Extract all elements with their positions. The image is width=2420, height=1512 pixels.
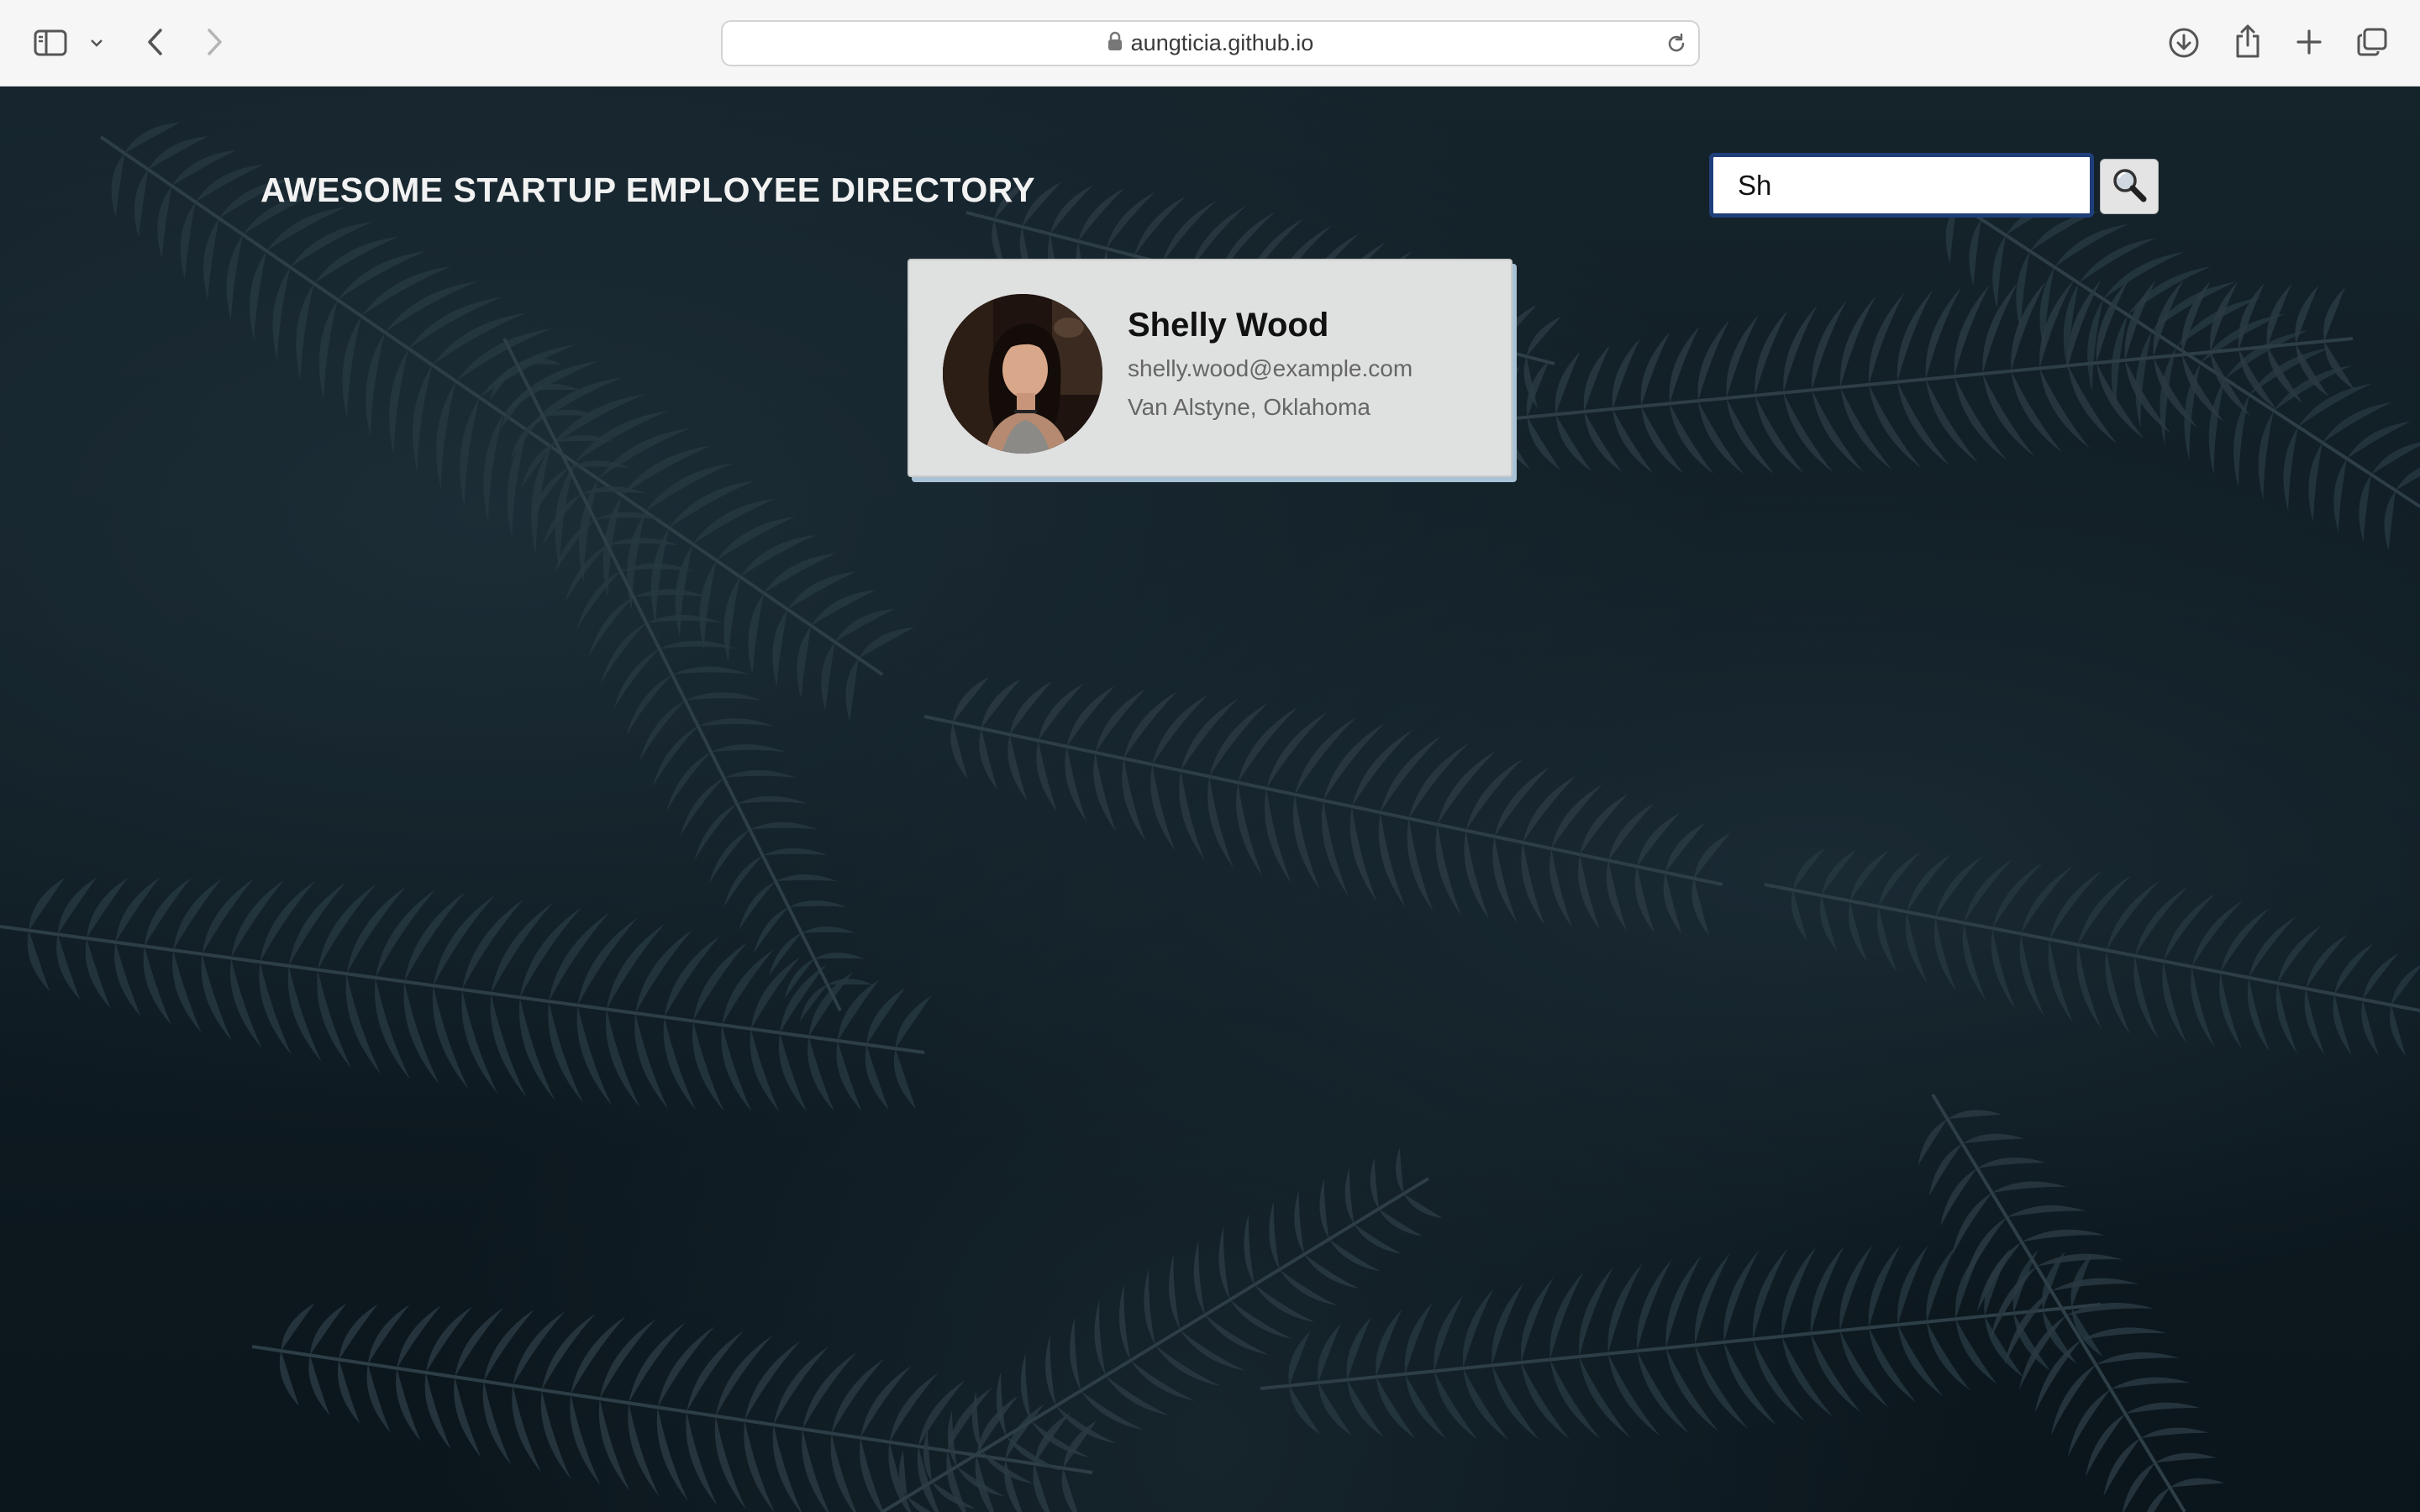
page-viewport: AWESOME STARTUP EMPLOYEE DIRECTORY Sh Sh… (0, 87, 2420, 1512)
page-title: AWESOME STARTUP EMPLOYEE DIRECTORY (260, 171, 1036, 209)
fern-frond (1260, 1245, 2103, 1441)
lock-icon (1107, 31, 1123, 55)
browser-toolbar: aungticia.github.io (0, 0, 2420, 87)
employee-email: shelly.wood@example.com (1128, 355, 1413, 381)
fern-frond (1764, 848, 2420, 1057)
download-icon[interactable] (2166, 25, 2202, 60)
employee-card[interactable]: Shelly Wood shelly.wood@example.com Van … (908, 259, 1512, 477)
employee-name: Shelly Wood (1128, 307, 1329, 344)
plus-icon[interactable] (2292, 25, 2326, 59)
tab-overview-icon[interactable] (2354, 25, 2390, 59)
fern-frond (1470, 279, 2355, 475)
share-icon[interactable] (2230, 22, 2265, 60)
search-input[interactable] (1709, 153, 2094, 218)
back-arrow-icon[interactable] (139, 25, 170, 59)
chevron-down-icon[interactable] (87, 34, 106, 52)
url-text: aungticia.github.io (1130, 30, 1314, 55)
fern-frond (489, 338, 874, 1021)
fern-frond (1931, 172, 2420, 551)
fern-frond (923, 676, 1731, 936)
fern-frond (99, 122, 915, 722)
employee-location: Van Alstyne, Oklahoma (1128, 394, 1370, 420)
search-button[interactable] (2100, 159, 2159, 214)
magnifier-icon (2110, 165, 2149, 208)
reload-icon[interactable] (1665, 32, 1688, 60)
fern-frond (881, 1147, 1444, 1512)
sidebar-toggle-icon[interactable] (32, 28, 69, 58)
employee-avatar (943, 294, 1102, 454)
address-bar[interactable]: aungticia.github.io (721, 20, 1700, 66)
forward-arrow-icon[interactable] (200, 25, 230, 59)
